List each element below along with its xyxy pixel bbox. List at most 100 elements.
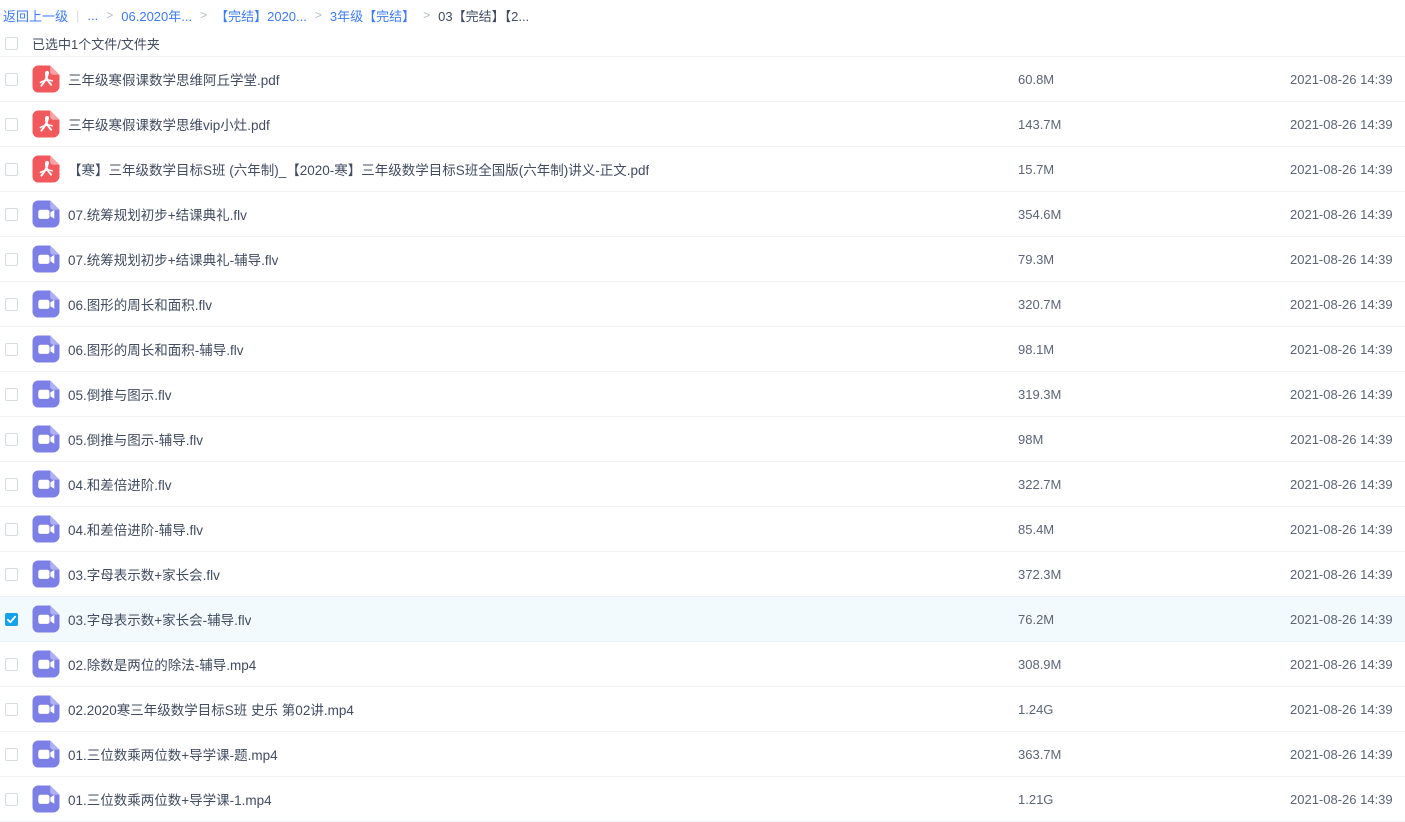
file-row[interactable]: 【寒】三年级数学目标S班 (六年制)_【2020-寒】三年级数学目标S班全国版(… (0, 147, 1405, 192)
row-checkbox[interactable] (5, 388, 18, 401)
file-row[interactable]: 05.倒推与图示.flv 319.3M 2021-08-26 14:39 (0, 372, 1405, 417)
row-checkbox[interactable] (5, 208, 18, 221)
row-checkbox[interactable] (5, 523, 18, 536)
file-size: 1.21G (1018, 792, 1053, 807)
file-modified: 2021-08-26 14:39 (1290, 162, 1393, 177)
row-checkbox[interactable] (5, 163, 18, 176)
file-modified: 2021-08-26 14:39 (1290, 657, 1393, 672)
file-modified: 2021-08-26 14:39 (1290, 432, 1393, 447)
breadcrumb-items: ...>06.2020年...>【完结】2020...>3年级【完结】>03【完… (87, 6, 529, 25)
breadcrumb-back-link[interactable]: 返回上一级 (3, 6, 68, 25)
file-name[interactable]: 07.统筹规划初步+结课典礼-辅导.flv (68, 249, 278, 269)
row-checkbox[interactable] (5, 703, 18, 716)
file-size: 354.6M (1018, 207, 1061, 222)
breadcrumb-item[interactable]: 3年级【完结】 (330, 6, 415, 25)
breadcrumb-separator-icon: > (200, 8, 207, 22)
row-checkbox[interactable] (5, 658, 18, 671)
file-name[interactable]: 01.三位数乘两位数+导学课-题.mp4 (68, 744, 278, 764)
file-name[interactable]: 04.和差倍进阶-辅导.flv (68, 519, 203, 539)
row-checkbox[interactable] (5, 73, 18, 86)
row-checkbox[interactable] (5, 253, 18, 266)
file-row[interactable]: 03.字母表示数+家长会-辅导.flv 76.2M 2021-08-26 14:… (0, 597, 1405, 642)
file-modified: 2021-08-26 14:39 (1290, 117, 1393, 132)
file-name[interactable]: 06.图形的周长和面积.flv (68, 294, 212, 314)
video-file-icon (32, 335, 60, 363)
video-file-icon (32, 425, 60, 453)
breadcrumb-item[interactable]: ... (87, 8, 98, 23)
video-file-icon (32, 785, 60, 813)
file-list: 三年级寒假课数学思维阿丘学堂.pdf 60.8M 2021-08-26 14:3… (0, 57, 1405, 822)
file-name[interactable]: 【寒】三年级数学目标S班 (六年制)_【2020-寒】三年级数学目标S班全国版(… (68, 159, 649, 179)
file-row[interactable]: 06.图形的周长和面积.flv 320.7M 2021-08-26 14:39 (0, 282, 1405, 327)
file-row[interactable]: 01.三位数乘两位数+导学课-题.mp4 363.7M 2021-08-26 1… (0, 732, 1405, 777)
file-row[interactable]: 02.2020寒三年级数学目标S班 史乐 第02讲.mp4 1.24G 2021… (0, 687, 1405, 732)
file-name[interactable]: 05.倒推与图示.flv (68, 384, 172, 404)
selection-status-text: 已选中1个文件/文件夹 (32, 34, 160, 53)
file-size: 143.7M (1018, 117, 1061, 132)
video-file-icon (32, 515, 60, 543)
row-checkbox[interactable] (5, 298, 18, 311)
select-all-checkbox[interactable] (5, 37, 18, 50)
file-row[interactable]: 03.字母表示数+家长会.flv 372.3M 2021-08-26 14:39 (0, 552, 1405, 597)
row-checkbox[interactable] (5, 613, 18, 626)
row-checkbox[interactable] (5, 118, 18, 131)
file-name[interactable]: 01.三位数乘两位数+导学课-1.mp4 (68, 789, 272, 809)
row-checkbox[interactable] (5, 478, 18, 491)
video-file-icon (32, 380, 60, 408)
breadcrumb: 返回上一级 | ... >06.2020年... > 【完结】2020... >3年级【… (0, 0, 1405, 30)
video-file-icon (32, 245, 60, 273)
file-name[interactable]: 05.倒推与图示-辅导.flv (68, 429, 203, 449)
file-modified: 2021-08-26 14:39 (1290, 252, 1393, 267)
file-name[interactable]: 02.除数是两位的除法-辅导.mp4 (68, 654, 256, 674)
video-file-icon (32, 740, 60, 768)
file-modified: 2021-08-26 14:39 (1290, 522, 1393, 537)
video-file-icon (32, 290, 60, 318)
file-name[interactable]: 07.统筹规划初步+结课典礼.flv (68, 204, 247, 224)
breadcrumb-divider: | (76, 8, 79, 23)
file-row[interactable]: 07.统筹规划初步+结课典礼-辅导.flv 79.3M 2021-08-26 1… (0, 237, 1405, 282)
file-row[interactable]: 04.和差倍进阶.flv 322.7M 2021-08-26 14:39 (0, 462, 1405, 507)
breadcrumb-separator-icon: > (423, 8, 430, 22)
file-size: 322.7M (1018, 477, 1061, 492)
file-name[interactable]: 三年级寒假课数学思维vip小灶.pdf (68, 114, 270, 134)
pdf-file-icon (32, 155, 60, 183)
row-checkbox[interactable] (5, 433, 18, 446)
video-file-icon (32, 605, 60, 633)
file-size: 15.7M (1018, 162, 1054, 177)
file-row[interactable]: 02.除数是两位的除法-辅导.mp4 308.9M 2021-08-26 14:… (0, 642, 1405, 687)
file-size: 85.4M (1018, 522, 1054, 537)
file-size: 372.3M (1018, 567, 1061, 582)
file-name[interactable]: 06.图形的周长和面积-辅导.flv (68, 339, 244, 359)
file-name[interactable]: 04.和差倍进阶.flv (68, 474, 172, 494)
file-modified: 2021-08-26 14:39 (1290, 297, 1393, 312)
file-name[interactable]: 02.2020寒三年级数学目标S班 史乐 第02讲.mp4 (68, 699, 354, 719)
video-file-icon (32, 650, 60, 678)
file-row[interactable]: 05.倒推与图示-辅导.flv 98M 2021-08-26 14:39 (0, 417, 1405, 462)
file-row[interactable]: 06.图形的周长和面积-辅导.flv 98.1M 2021-08-26 14:3… (0, 327, 1405, 372)
breadcrumb-item[interactable]: 06.2020年... (121, 6, 192, 25)
selection-status-row: 已选中1个文件/文件夹 (0, 30, 1405, 57)
file-modified: 2021-08-26 14:39 (1290, 207, 1393, 222)
file-modified: 2021-08-26 14:39 (1290, 387, 1393, 402)
row-checkbox[interactable] (5, 343, 18, 356)
row-checkbox[interactable] (5, 568, 18, 581)
video-file-icon (32, 200, 60, 228)
file-row[interactable]: 01.三位数乘两位数+导学课-1.mp4 1.21G 2021-08-26 14… (0, 777, 1405, 822)
file-size: 79.3M (1018, 252, 1054, 267)
file-row[interactable]: 三年级寒假课数学思维vip小灶.pdf 143.7M 2021-08-26 14… (0, 102, 1405, 147)
file-row[interactable]: 04.和差倍进阶-辅导.flv 85.4M 2021-08-26 14:39 (0, 507, 1405, 552)
file-row[interactable]: 三年级寒假课数学思维阿丘学堂.pdf 60.8M 2021-08-26 14:3… (0, 57, 1405, 102)
file-name[interactable]: 03.字母表示数+家长会.flv (68, 564, 220, 584)
file-modified: 2021-08-26 14:39 (1290, 567, 1393, 582)
breadcrumb-item[interactable]: 【完结】2020... (215, 6, 307, 25)
file-row[interactable]: 07.统筹规划初步+结课典礼.flv 354.6M 2021-08-26 14:… (0, 192, 1405, 237)
file-modified: 2021-08-26 14:39 (1290, 72, 1393, 87)
file-size: 319.3M (1018, 387, 1061, 402)
file-size: 1.24G (1018, 702, 1053, 717)
video-file-icon (32, 560, 60, 588)
breadcrumb-separator-icon: > (106, 8, 113, 22)
file-name[interactable]: 03.字母表示数+家长会-辅导.flv (68, 609, 251, 629)
row-checkbox[interactable] (5, 793, 18, 806)
row-checkbox[interactable] (5, 748, 18, 761)
file-name[interactable]: 三年级寒假课数学思维阿丘学堂.pdf (68, 69, 280, 89)
